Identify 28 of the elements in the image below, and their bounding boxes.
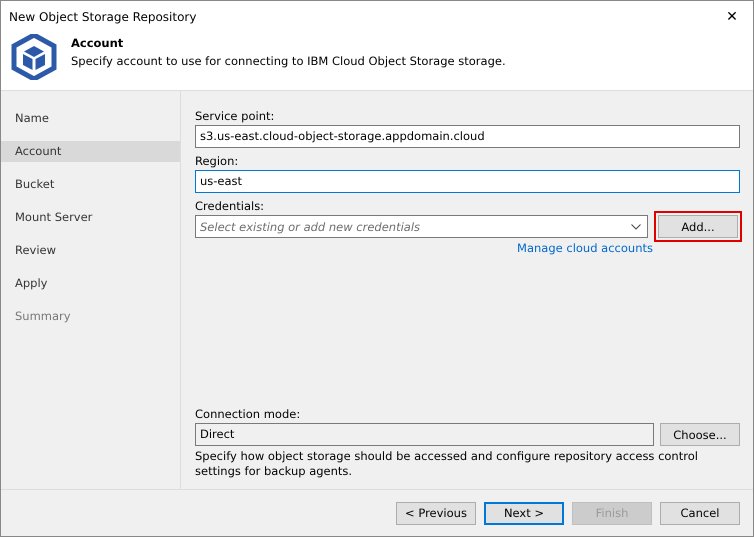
service-point-field[interactable]: s3.us-east.cloud-object-storage.appdomain.cloud — [195, 125, 740, 148]
placeholder-text: Select existing or add new credentials — [200, 220, 422, 234]
wizard-button[interactable]: Cancel — [660, 502, 740, 524]
step-description: Specify account to use for connecting to IBM Cloud Object Storage storage. — [71, 54, 506, 68]
connection-mode-description: Specify how object storage should be accessed and configure repository access control settings for backup agents. — [195, 449, 699, 479]
wizard-button[interactable]: Next > — [484, 502, 564, 524]
window-title: New Object Storage Repository — [9, 10, 196, 24]
field-label: Region: — [195, 153, 240, 170]
manage-accounts-link[interactable]: Manage cloud accounts — [517, 241, 653, 255]
wizard-step[interactable]: Name — [1, 108, 180, 129]
wizard-step[interactable]: Mount Server — [1, 207, 180, 228]
choose-button[interactable]: Choose... — [660, 423, 740, 446]
wizard-step[interactable]: Review — [1, 240, 180, 261]
connection-mode-field[interactable]: Direct — [195, 423, 654, 446]
region-field[interactable]: us-east — [195, 170, 740, 193]
close-button[interactable]: ✕ — [717, 2, 747, 32]
caret-icon — [631, 224, 641, 230]
field-label: Credentials: — [195, 198, 266, 215]
credentials-dropdown[interactable]: Select existing or add new credentials — [195, 215, 648, 238]
field-label: Connection mode: — [195, 406, 302, 423]
add-button[interactable]: Add... — [658, 215, 738, 238]
wizard-step[interactable]: Bucket — [1, 174, 180, 195]
field-label: Service point: — [195, 108, 276, 125]
wizard-step[interactable]: Apply — [1, 273, 180, 294]
step-title: Account — [71, 36, 124, 50]
wizard-button[interactable]: < Previous — [396, 502, 476, 524]
wizard-step[interactable]: Account — [1, 141, 180, 162]
cube-logo-icon — [11, 34, 57, 80]
